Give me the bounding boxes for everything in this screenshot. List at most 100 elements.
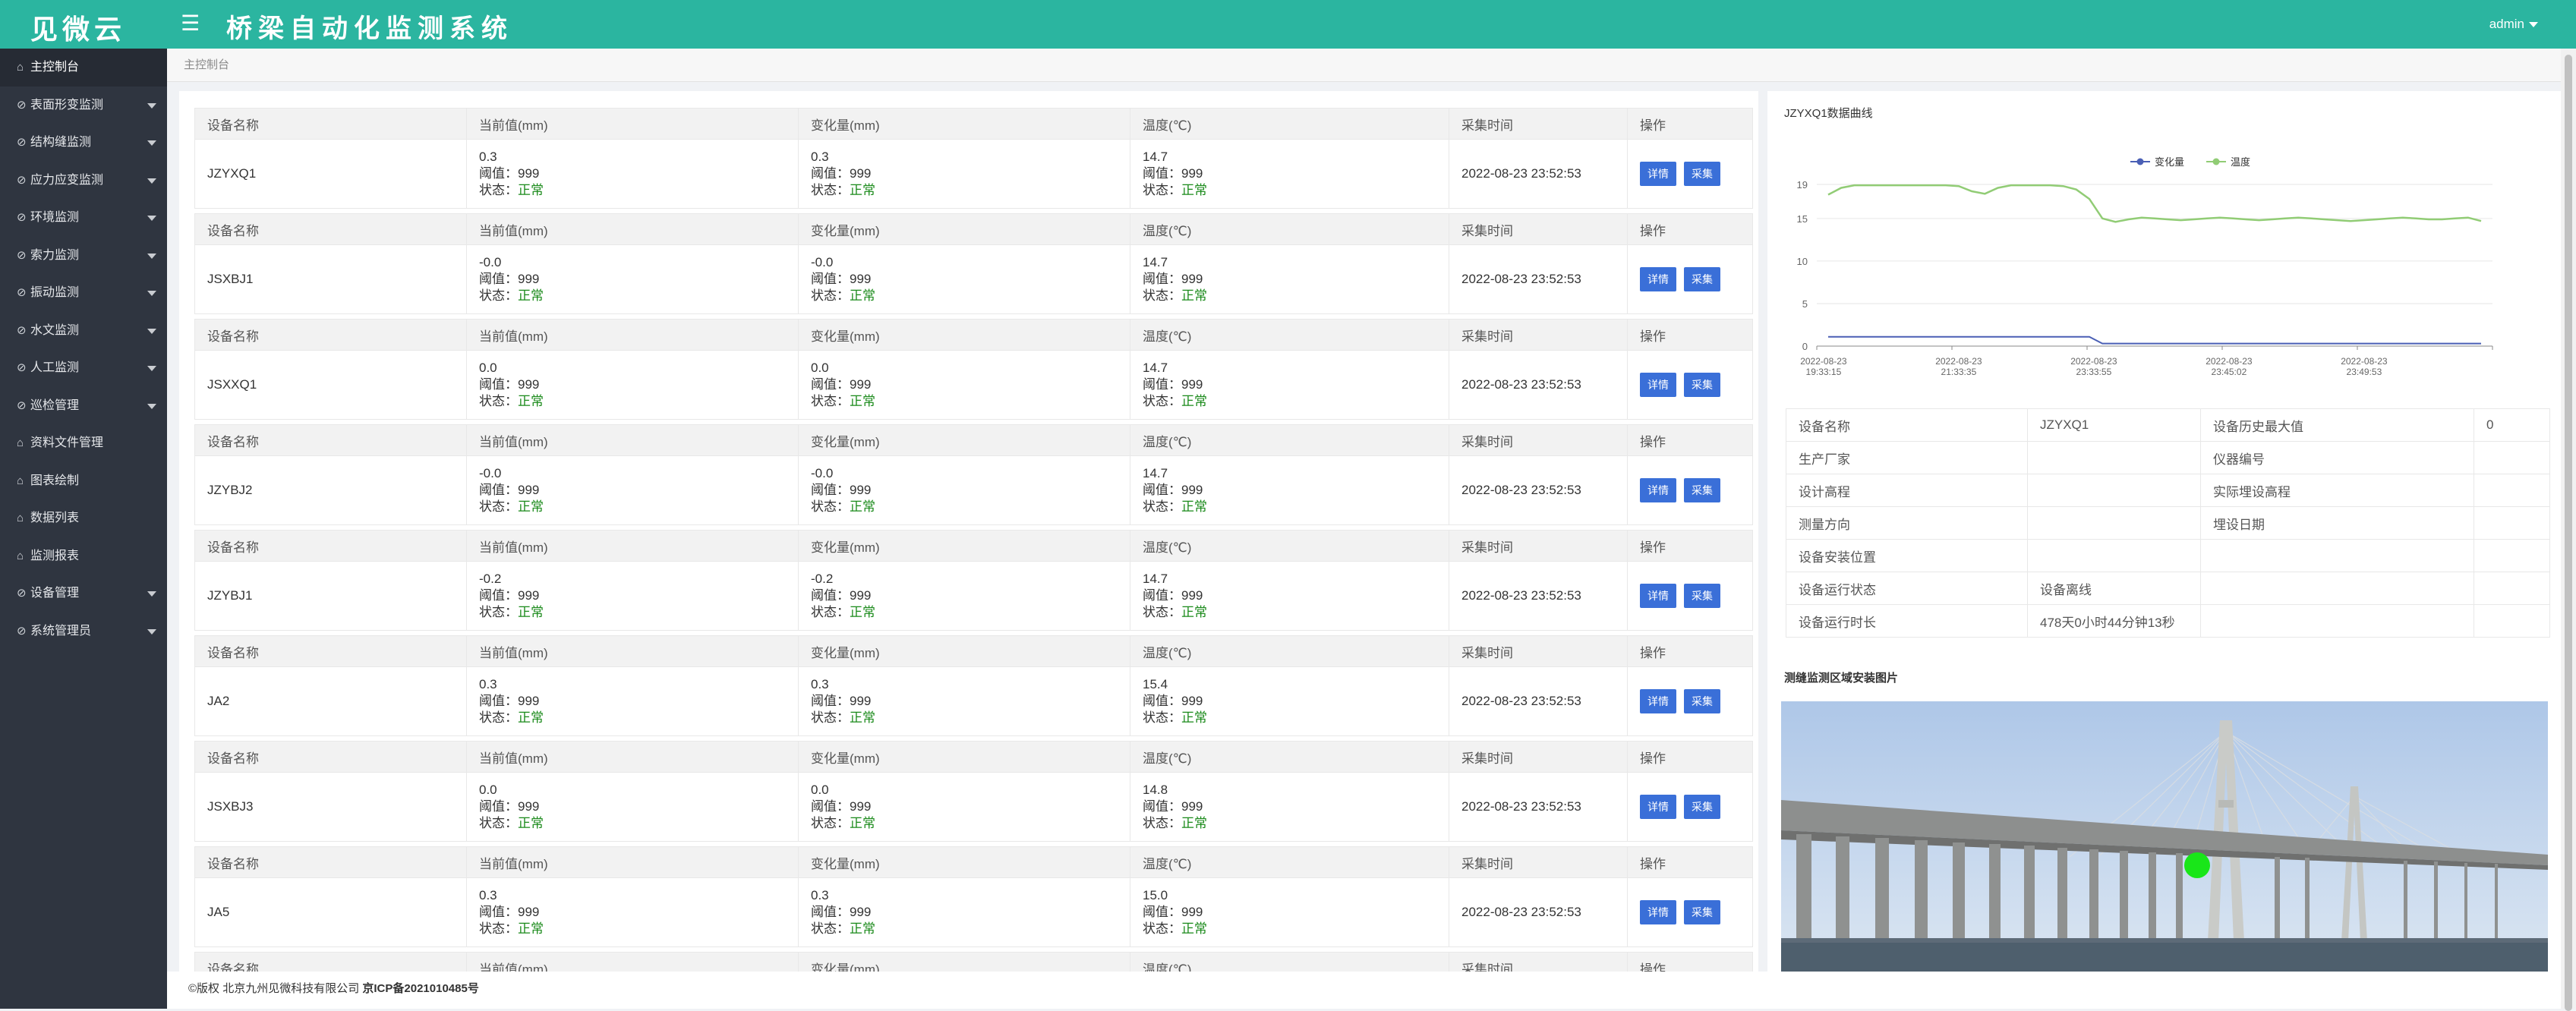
info-row: 设备运行时长 478天0小时44分钟13秒 bbox=[1786, 604, 2550, 638]
detail-button[interactable]: 详情 bbox=[1640, 900, 1676, 924]
row-spacer-cell bbox=[194, 630, 1753, 636]
change-value-cell: 0.0 阈值：999 状态：正常 bbox=[798, 772, 1130, 842]
status-badge: 正常 bbox=[518, 921, 544, 936]
collect-button[interactable]: 采集 bbox=[1684, 162, 1720, 186]
page-scrollbar[interactable] bbox=[2561, 49, 2576, 1011]
sidebar-item-4[interactable]: ⊘ 环境监测 bbox=[0, 199, 167, 237]
column-header: 操作 bbox=[1627, 319, 1753, 351]
info-label: 生产厂家 bbox=[1786, 441, 2028, 474]
sidebar-item-6[interactable]: ⊘ 振动监测 bbox=[0, 274, 167, 312]
status-badge: 正常 bbox=[1181, 499, 1207, 514]
threshold-label: 阈值： bbox=[1143, 799, 1181, 814]
info-label: 实际埋设高程 bbox=[2200, 474, 2474, 507]
detail-button[interactable]: 详情 bbox=[1640, 267, 1676, 291]
threshold-label: 阈值： bbox=[1143, 694, 1181, 708]
status-badge: 正常 bbox=[518, 183, 544, 197]
breadcrumb[interactable]: 主控制台 bbox=[167, 49, 2561, 82]
status-label: 状态： bbox=[811, 499, 850, 514]
sidebar-item-5[interactable]: ⊘ 索力监测 bbox=[0, 237, 167, 275]
collect-button[interactable]: 采集 bbox=[1684, 795, 1720, 819]
sidebar-item-14[interactable]: ⊘ 设备管理 bbox=[0, 575, 167, 613]
sidebar-item-10[interactable]: ⌂ 资料文件管理 bbox=[0, 424, 167, 462]
device-name: JSXBJ1 bbox=[194, 244, 467, 314]
threshold-value: 999 bbox=[518, 694, 540, 708]
status-label: 状态： bbox=[479, 605, 518, 619]
change-value-cell: 0.0 阈值：999 状态：正常 bbox=[798, 350, 1130, 420]
threshold-value: 999 bbox=[518, 272, 540, 286]
sidebar-item-11[interactable]: ⌂ 图表绘制 bbox=[0, 462, 167, 500]
sidebar-item-label: 振动监测 bbox=[30, 286, 80, 299]
circle-check-icon: ⊘ bbox=[17, 398, 27, 412]
column-header: 变化量(mm) bbox=[798, 424, 1130, 456]
sidebar-item-label: 巡检管理 bbox=[30, 398, 80, 412]
collect-button[interactable]: 采集 bbox=[1684, 478, 1720, 502]
detail-button[interactable]: 详情 bbox=[1640, 584, 1676, 608]
y-tick-label: 15 bbox=[1797, 213, 1808, 225]
row-actions: 详情 采集 bbox=[1627, 139, 1753, 209]
sidebar-item-9[interactable]: ⊘ 巡检管理 bbox=[0, 387, 167, 425]
threshold-label: 阈值： bbox=[1143, 588, 1181, 603]
caret-down-icon bbox=[147, 216, 156, 221]
menu-toggle-icon[interactable]: ☰ bbox=[181, 13, 200, 34]
change-value: -0.0 bbox=[811, 255, 834, 269]
collect-time: 2022-08-23 23:52:53 bbox=[1449, 666, 1628, 736]
sidebar-item-12[interactable]: ⌂ 数据列表 bbox=[0, 499, 167, 537]
x-tick-label: 2022-08-23 bbox=[2070, 356, 2117, 367]
detail-button[interactable]: 详情 bbox=[1640, 162, 1676, 186]
series-line bbox=[1827, 184, 2482, 223]
threshold-label: 阈值： bbox=[1143, 483, 1181, 497]
status-label: 状态： bbox=[479, 710, 518, 725]
collect-button[interactable]: 采集 bbox=[1684, 267, 1720, 291]
circle-check-icon: ⊘ bbox=[17, 323, 27, 337]
sidebar-item-0[interactable]: ⌂ 主控制台 bbox=[0, 49, 167, 87]
info-label: 设备运行时长 bbox=[1786, 604, 2028, 638]
sidebar-item-3[interactable]: ⊘ 应力应变监测 bbox=[0, 162, 167, 200]
status-badge: 正常 bbox=[1181, 394, 1207, 408]
table-row: JSXBJ3 0.0 阈值：999 状态：正常 0.0 阈值：999 状态：正常 14.8 阈值… bbox=[194, 772, 1753, 842]
circle-check-icon: ⊘ bbox=[17, 361, 27, 374]
status-badge: 正常 bbox=[518, 710, 544, 725]
row-actions: 详情 采集 bbox=[1627, 350, 1753, 420]
current-value: -0.0 bbox=[479, 466, 502, 480]
device-table-panel: 设备名称 当前值(mm) 变化量(mm) 温度(℃) 采集时间 操作 JZYXQ1 0.3 阈值… bbox=[179, 91, 1758, 972]
sidebar-item-label: 人工监测 bbox=[30, 361, 80, 374]
series-line bbox=[1828, 335, 2481, 345]
column-header: 采集时间 bbox=[1449, 530, 1628, 562]
detail-button[interactable]: 详情 bbox=[1640, 689, 1676, 713]
user-menu[interactable]: admin bbox=[2489, 17, 2538, 32]
system-title: 桥梁自动化监测系统 bbox=[226, 14, 513, 43]
icp-link[interactable]: 京ICP备2021010485号 bbox=[362, 982, 478, 995]
column-header: 温度(℃) bbox=[1130, 952, 1449, 972]
collect-button[interactable]: 采集 bbox=[1684, 584, 1720, 608]
sidebar-item-13[interactable]: ⌂ 监测报表 bbox=[0, 537, 167, 575]
table-header-row: 设备名称 当前值(mm) 变化量(mm) 温度(℃) 采集时间 操作 bbox=[194, 741, 1753, 773]
sidebar-item-1[interactable]: ⊘ 表面形变监测 bbox=[0, 87, 167, 124]
detail-button[interactable]: 详情 bbox=[1640, 373, 1676, 397]
collect-button[interactable]: 采集 bbox=[1684, 900, 1720, 924]
chart-title: JZYXQ1数据曲线 bbox=[1784, 107, 1873, 120]
change-value-cell: 0.3 阈值：999 状态：正常 bbox=[798, 877, 1130, 947]
x-tick-label: 19:33:15 bbox=[1806, 367, 1842, 377]
column-header: 设备名称 bbox=[194, 319, 467, 351]
sidebar-item-15[interactable]: ⊘ 系统管理员 bbox=[0, 613, 167, 650]
sidebar-item-7[interactable]: ⊘ 水文监测 bbox=[0, 312, 167, 350]
info-label: 设备历史最大值 bbox=[2200, 408, 2474, 442]
detail-button[interactable]: 详情 bbox=[1640, 795, 1676, 819]
current-value: 0.3 bbox=[479, 677, 497, 691]
threshold-label: 阈值： bbox=[479, 905, 518, 919]
scrollbar-thumb[interactable] bbox=[2565, 55, 2572, 1011]
sidebar-item-2[interactable]: ⊘ 结构缝监测 bbox=[0, 124, 167, 162]
row-spacer bbox=[194, 946, 1753, 953]
circle-check-icon: ⊘ bbox=[17, 136, 27, 149]
status-badge: 正常 bbox=[1181, 605, 1207, 619]
sidebar-item-8[interactable]: ⊘ 人工监测 bbox=[0, 349, 167, 387]
table-row: JZYBJ2 -0.0 阈值：999 状态：正常 -0.0 阈值：999 状态：正常 14.7… bbox=[194, 455, 1753, 525]
collect-button[interactable]: 采集 bbox=[1684, 373, 1720, 397]
collect-button[interactable]: 采集 bbox=[1684, 689, 1720, 713]
status-label: 状态： bbox=[811, 394, 850, 408]
home-icon: ⌂ bbox=[17, 512, 24, 524]
column-header: 当前值(mm) bbox=[466, 741, 799, 773]
circle-check-icon: ⊘ bbox=[17, 173, 27, 187]
status-label: 状态： bbox=[479, 816, 518, 830]
detail-button[interactable]: 详情 bbox=[1640, 478, 1676, 502]
